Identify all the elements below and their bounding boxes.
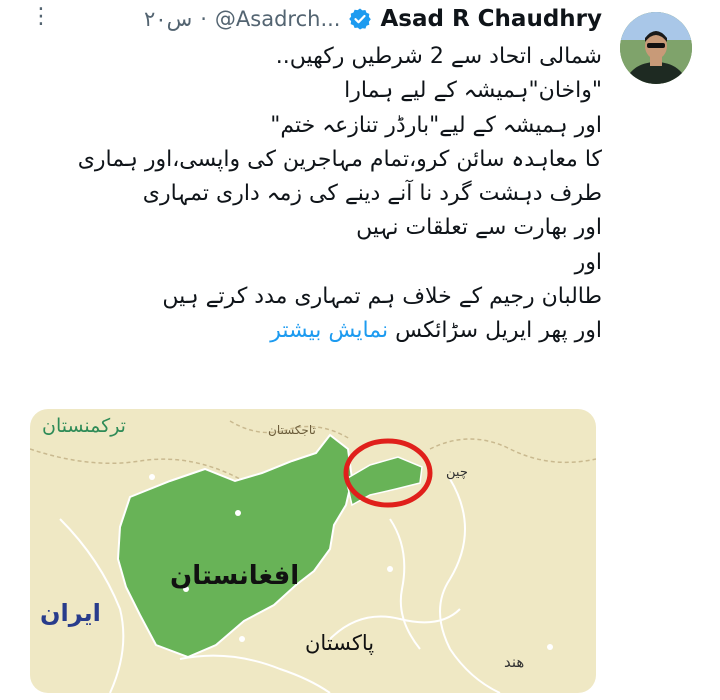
separator-dot: · (200, 7, 207, 31)
tweet-line: شمالی اتحاد سے 2 شرطیں رکھیں.. (275, 44, 602, 69)
map-label-pakistan: پاکستان (305, 631, 375, 655)
more-options-icon[interactable]: ⋮ (30, 6, 53, 28)
show-more-link[interactable]: نمایش بیشتر (270, 318, 388, 343)
map-label-afghanistan: افغانستان (170, 561, 300, 591)
tweet-line: طرف دہشت گرد نا آنے دینے کی زمہ داری تمہ… (142, 181, 602, 207)
map-label-india: ھند (504, 653, 525, 671)
tweet-line: طالبان رجیم کے خلاف ہم تمہاری مدد کرتے ہ… (162, 284, 602, 310)
tweet-last-line: اور پھر ایریل سڑائکس نمایش بیشتر (82, 314, 602, 348)
tweet-line: اور (574, 249, 602, 275)
display-name[interactable]: Asad R Chaudhry (380, 6, 602, 32)
tweet-line: کا معاہدہ سائن کرو،تمام مہاجرین کی واپسی… (77, 146, 602, 172)
map-label-iran: ایران (40, 599, 101, 627)
map-image[interactable]: ترکمنستان تاجکستان چین افغانستان ایران پ… (30, 409, 596, 693)
handle[interactable]: @Asadrch... (215, 7, 341, 31)
avatar[interactable] (620, 12, 692, 84)
tweet-line-text: اور پھر ایریل سڑائکس (395, 318, 602, 344)
tweet-text: شمالی اتحاد سے 2 شرطیں رکھیں.. "واخان"ہم… (77, 40, 602, 349)
tweet-line: اور ہمیشہ کے لیے"بارڈر تنازعہ ختم" (270, 112, 602, 138)
tweet-line: "واخان"ہمیشہ کے لیے ہمارا (344, 78, 602, 104)
timestamp[interactable]: ۲۰س (144, 7, 192, 31)
map-label-tajikistan: تاجکستان (268, 423, 316, 437)
tweet-header: Asad R Chaudhry @Asadrch... · ۲۰س (144, 4, 602, 34)
verified-badge-icon (349, 8, 372, 30)
map-label-china: چین (446, 465, 468, 480)
map-label-turkmenistan: ترکمنستان (42, 415, 126, 437)
avatar-image (620, 12, 692, 84)
tweet-line: اور بھارت سے تعلقات نہیں (356, 215, 602, 241)
